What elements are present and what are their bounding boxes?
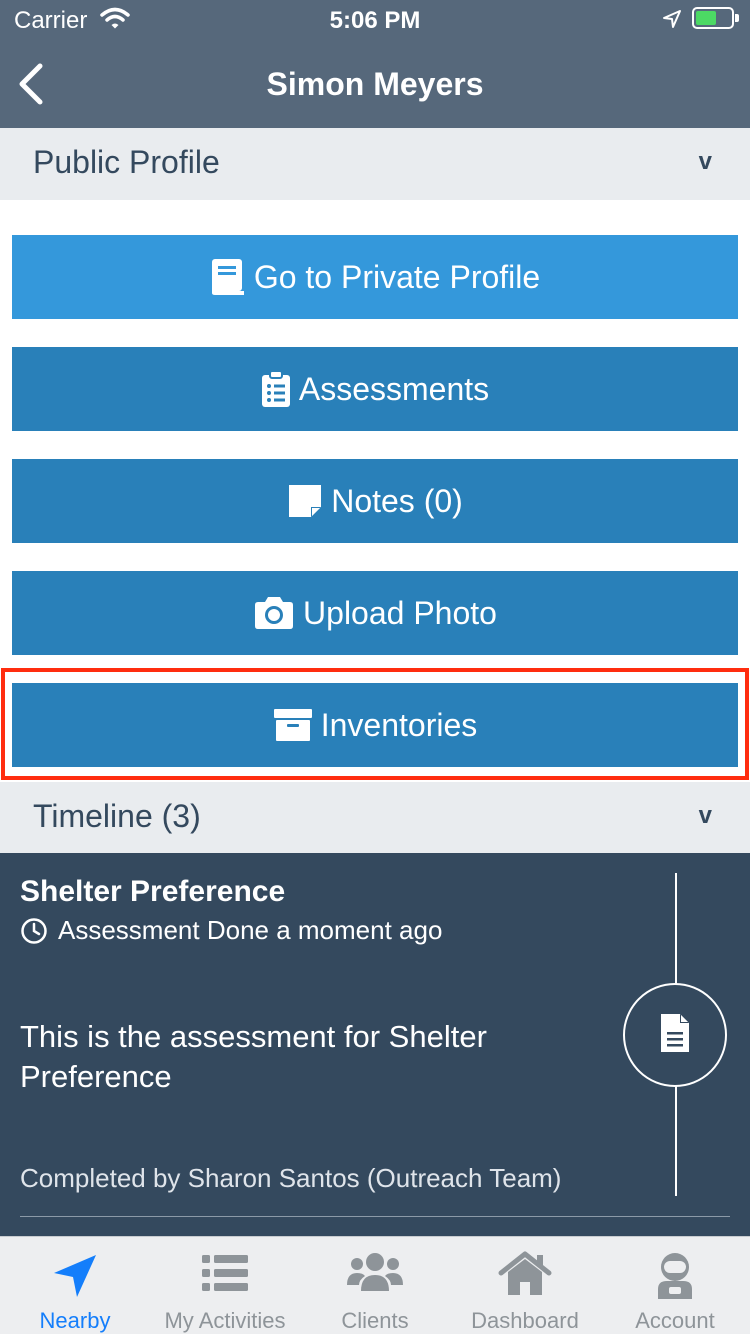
timeline-divider — [20, 1216, 730, 1217]
battery-icon — [692, 7, 739, 29]
timeline-entry-meta-text: Assessment Done a moment ago — [58, 915, 443, 945]
timeline-entry-body: This is the assessment for Shelter Prefe… — [20, 1019, 487, 1094]
status-time: 5:06 PM — [329, 7, 421, 34]
clock-icon — [20, 917, 48, 945]
chevron-down-icon: v — [698, 148, 712, 175]
timeline-entry[interactable]: Shelter Preference Assessment Done a mom… — [0, 853, 750, 1236]
location-arrow-icon — [0, 1251, 150, 1301]
users-icon — [300, 1251, 450, 1301]
tab-my-activities-label: My Activities — [164, 1308, 286, 1333]
tab-clients-label: Clients — [341, 1308, 409, 1333]
tab-account[interactable]: Account — [600, 1237, 750, 1334]
status-bar: Carrier 5:06 PM — [0, 0, 750, 40]
tab-nearby[interactable]: Nearby — [0, 1237, 150, 1334]
chevron-down-icon: v — [698, 802, 712, 829]
home-icon — [450, 1251, 600, 1301]
public-profile-title: Public Profile — [33, 144, 220, 180]
timeline-entry-footer: Completed by Sharon Santos (Outreach Tea… — [20, 1163, 562, 1193]
tab-account-label: Account — [635, 1308, 715, 1333]
tab-nearby-label: Nearby — [39, 1308, 111, 1333]
clipboard-icon — [261, 370, 291, 408]
notes-button[interactable]: Notes (0) — [12, 459, 738, 543]
timeline-header[interactable]: Timeline (3) v — [0, 782, 750, 854]
tab-my-activities[interactable]: My Activities — [150, 1237, 300, 1334]
sticky-note-icon — [287, 483, 323, 519]
upload-photo-label: Upload Photo — [303, 594, 497, 631]
tab-dashboard[interactable]: Dashboard — [450, 1237, 600, 1334]
go-to-private-profile-label: Go to Private Profile — [253, 258, 541, 295]
tab-dashboard-label: Dashboard — [471, 1308, 579, 1333]
public-profile-header[interactable]: Public Profile v — [0, 128, 750, 200]
upload-photo-button[interactable]: Upload Photo — [12, 571, 738, 655]
camera-icon — [253, 595, 295, 631]
inventories-button[interactable]: Inventories — [12, 683, 738, 767]
timeline-entry-meta: Assessment Done a moment ago — [20, 915, 442, 946]
book-icon — [210, 257, 246, 297]
timeline-title: Timeline (3) — [33, 798, 201, 834]
assessments-label: Assessments — [298, 370, 490, 407]
timeline-node — [623, 983, 727, 1087]
tab-clients[interactable]: Clients — [300, 1237, 450, 1334]
assessments-button[interactable]: Assessments — [12, 347, 738, 431]
list-icon — [150, 1251, 300, 1301]
app-header: Carrier 5:06 PM Simon Meyers — [0, 0, 750, 128]
document-icon — [660, 1013, 690, 1058]
timeline-entry-title: Shelter Preference — [20, 875, 286, 908]
notes-label: Notes (0) — [331, 482, 463, 519]
archive-box-icon — [273, 707, 313, 743]
page-title: Simon Meyers — [266, 66, 484, 102]
inventories-label: Inventories — [320, 706, 478, 743]
location-services-icon — [662, 8, 682, 36]
astronaut-icon — [600, 1251, 750, 1301]
tab-bar: Nearby My Activities Clients Dashboard A… — [0, 1236, 750, 1334]
go-to-private-profile-button[interactable]: Go to Private Profile — [12, 235, 738, 319]
